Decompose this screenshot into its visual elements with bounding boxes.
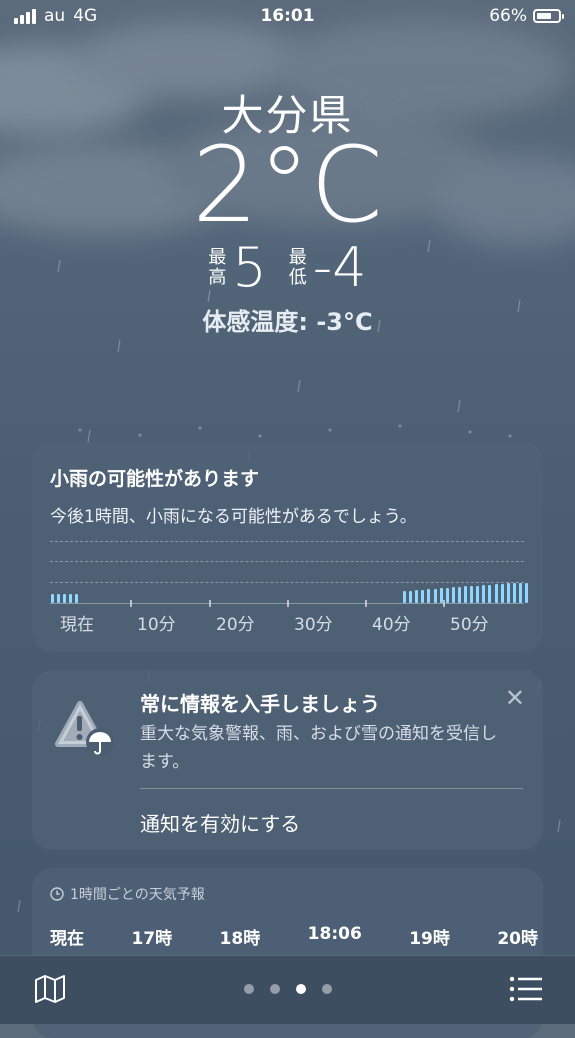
precip-bar — [507, 583, 510, 603]
status-bar: au 4G 16:01 66% — [0, 0, 575, 34]
precip-tick — [443, 600, 445, 607]
page-dot[interactable] — [321, 984, 332, 994]
low-value: -4 — [312, 236, 367, 299]
low-temperature: 最低 -4 — [289, 236, 367, 299]
precip-bar — [470, 586, 473, 603]
precip-gridline — [50, 582, 524, 583]
precip-bar — [69, 594, 72, 603]
precip-bar — [421, 590, 424, 603]
hour-label: 19時 — [409, 929, 450, 949]
high-value: 5 — [232, 236, 267, 299]
precip-gridline — [50, 561, 524, 562]
high-temperature: 最高 5 — [208, 236, 266, 299]
precip-bar — [501, 584, 504, 603]
clock-icon — [50, 887, 64, 901]
notification-body: 重大な気象警報、雨、および雪の通知を受信します。 — [140, 724, 497, 772]
precip-bar — [513, 583, 516, 603]
high-label-1: 最 — [208, 246, 227, 268]
feels-like: 体感温度: -3°C — [202, 308, 373, 336]
list-icon[interactable] — [509, 976, 543, 1002]
precip-bar — [446, 588, 449, 603]
precip-axis-label: 40分 — [372, 615, 411, 635]
hour-label: 17時 — [131, 929, 173, 949]
hour-label: 現在 — [50, 929, 84, 949]
hourly-header-label: 1時間ごとの天気予報 — [70, 887, 205, 903]
low-label-1: 最 — [288, 246, 307, 268]
precip-bar — [525, 583, 528, 603]
precip-bar — [476, 586, 479, 603]
precip-subtitle: 今後1時間、小雨になる可能性があるでしょう。 — [50, 507, 417, 527]
close-icon[interactable]: ✕ — [505, 684, 525, 712]
bottom-toolbar — [0, 955, 575, 1024]
precipitation-card[interactable]: 小雨の可能性があります 今後1時間、小雨になる可能性があるでしょう。 現在 10… — [32, 442, 543, 652]
precip-bar — [427, 589, 430, 603]
hour-label: 18:06 — [307, 924, 362, 944]
precip-bar — [488, 585, 491, 603]
precip-tick — [130, 600, 132, 607]
page-dot-active[interactable] — [295, 984, 306, 994]
precip-bar — [482, 585, 485, 603]
precip-axis-label: 10分 — [137, 615, 176, 635]
precip-bar — [51, 594, 54, 603]
hour-label: 20時 — [497, 929, 538, 949]
precip-axis-label: 20分 — [216, 615, 255, 635]
precip-bar — [452, 587, 455, 603]
precip-gridline — [50, 541, 524, 542]
precip-bar — [434, 589, 437, 603]
precip-bar — [519, 583, 522, 603]
precip-title: 小雨の可能性があります — [50, 468, 260, 490]
page-dot[interactable] — [243, 984, 254, 994]
precip-axis-label: 50分 — [450, 615, 489, 635]
notification-title: 常に情報を入手しましょう — [140, 692, 380, 716]
warning-umbrella-icon — [55, 701, 114, 756]
high-low: 最高 5 最低 -4 — [0, 236, 575, 299]
page-dot[interactable] — [269, 984, 280, 994]
page-indicator[interactable] — [0, 984, 575, 994]
battery-icon — [533, 9, 564, 23]
enable-notifications-button[interactable]: 通知を有効にする — [140, 808, 300, 837]
divider — [140, 788, 523, 789]
hourly-header: 1時間ごとの天気予報 — [50, 884, 205, 904]
precip-axis-label: 現在 — [60, 615, 94, 635]
current-temperature: 2°C — [192, 124, 383, 246]
high-label-2: 高 — [208, 266, 227, 288]
precip-bar — [415, 590, 418, 603]
low-label-2: 低 — [288, 266, 307, 288]
precip-bar — [57, 594, 60, 603]
hourly-row: 現在 17時 18時 18:06 19時 20時 — [50, 924, 538, 949]
precip-tick — [209, 600, 211, 607]
precip-tick — [365, 600, 367, 607]
precip-bar — [403, 591, 406, 603]
precip-axis-label: 30分 — [294, 615, 333, 635]
notification-card: 常に情報を入手しましょう 重大な気象警報、雨、および雪の通知を受信します。 ✕ … — [32, 670, 543, 850]
precip-bar — [464, 586, 467, 603]
precip-tick — [287, 600, 289, 607]
precip-bar — [75, 594, 78, 603]
hour-label: 18時 — [219, 929, 261, 949]
battery-percent: 66% — [489, 6, 527, 26]
precip-bar — [495, 584, 498, 603]
precip-bar — [63, 594, 66, 603]
precip-bar — [458, 587, 461, 603]
precip-bar — [409, 591, 412, 603]
